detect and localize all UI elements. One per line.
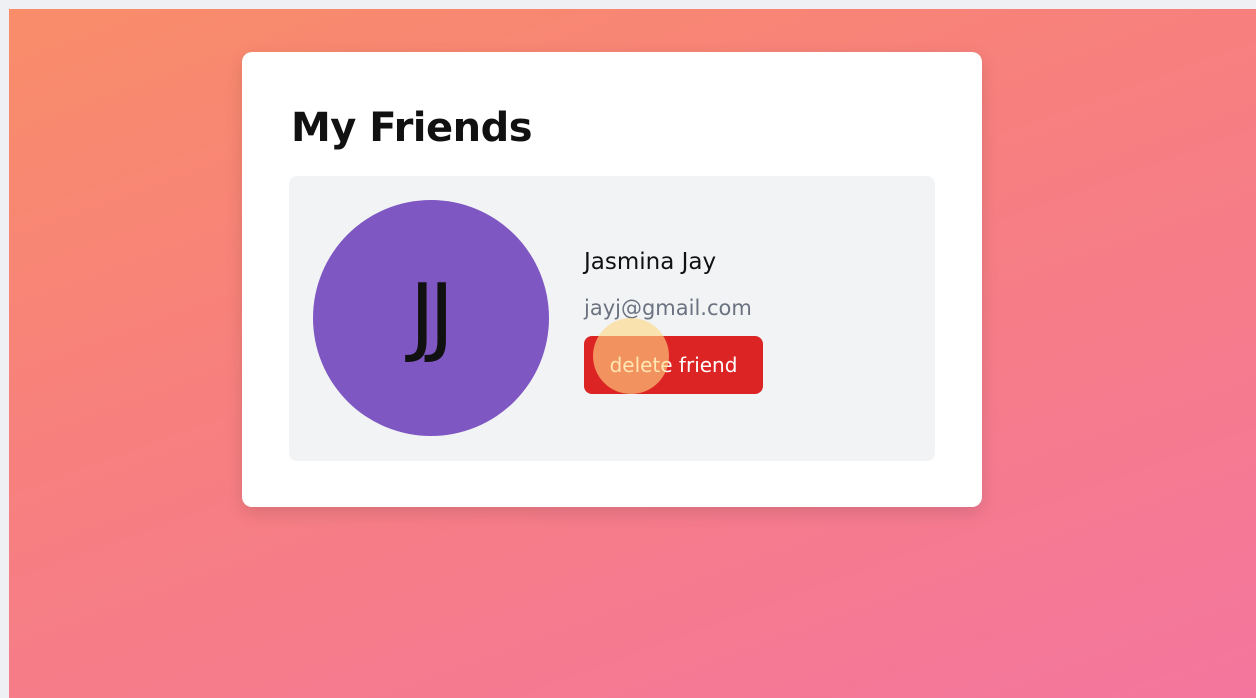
- delete-friend-button[interactable]: delete friend: [584, 336, 763, 394]
- friend-list-item: JJ Jasmina Jay jayj@gmail.com delete fri…: [289, 176, 935, 461]
- app-viewport: My Friends JJ Jasmina Jay jayj@gmail.com…: [9, 9, 1256, 698]
- page-title: My Friends: [291, 105, 533, 151]
- friend-email: jayj@gmail.com: [584, 296, 752, 320]
- friends-card: My Friends JJ Jasmina Jay jayj@gmail.com…: [242, 52, 982, 507]
- avatar: JJ: [313, 200, 549, 436]
- friend-name: Jasmina Jay: [584, 249, 717, 275]
- avatar-initials: JJ: [409, 266, 455, 366]
